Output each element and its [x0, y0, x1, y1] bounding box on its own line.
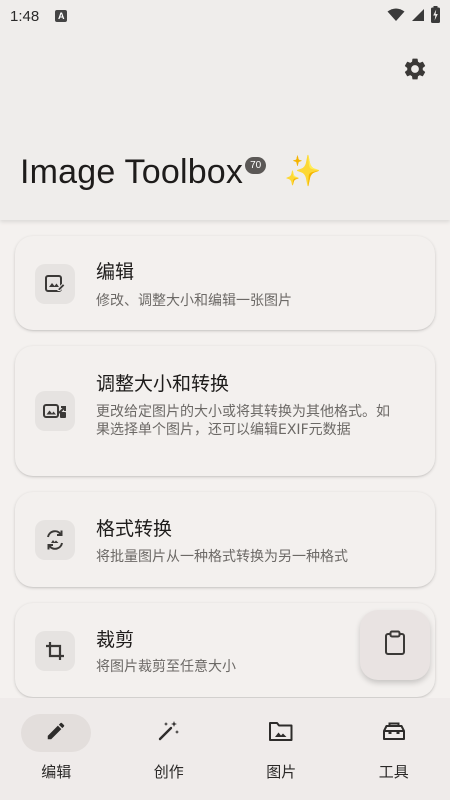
cellular-signal-icon	[411, 7, 425, 26]
paste-clipboard-button[interactable]	[360, 610, 430, 680]
status-bar: 1:48 A	[0, 0, 450, 32]
toolbox-icon	[381, 720, 407, 746]
gear-icon	[402, 56, 428, 86]
nav-icon-container	[246, 714, 316, 752]
magic-wand-icon	[157, 719, 181, 747]
nav-item-images[interactable]: 图片	[225, 698, 338, 800]
nav-item-create[interactable]: 创作	[113, 698, 226, 800]
tool-description: 将批量图片从一种格式转换为另一种格式	[96, 549, 348, 565]
sparkles-icon: ✨	[284, 154, 322, 189]
tool-title: 裁剪	[96, 629, 135, 651]
nav-label: 工具	[378, 763, 409, 781]
tool-title: 调整大小和转换	[96, 373, 230, 395]
nav-item-tools[interactable]: 工具	[338, 698, 450, 800]
nav-icon-container	[359, 714, 429, 752]
tool-title: 编辑	[96, 261, 135, 283]
pencil-icon	[45, 720, 67, 746]
clipboard-icon	[383, 630, 407, 660]
wifi-icon	[387, 7, 405, 26]
nav-label: 图片	[266, 763, 297, 781]
tool-title: 格式转换	[96, 518, 173, 540]
app-header: 1:48 A Image Toolbox 70 ✨	[0, 0, 450, 220]
nav-active-indicator	[21, 714, 92, 752]
app-title: Image Toolbox	[20, 153, 244, 191]
crop-icon	[35, 631, 75, 671]
status-icons	[387, 5, 440, 27]
battery-charging-icon	[431, 5, 440, 27]
edit-image-icon	[35, 264, 75, 304]
tool-card-resize-convert[interactable]: 调整大小和转换 更改给定图片的大小或将其转换为其他格式。如果选择单个图片，还可以…	[15, 346, 435, 476]
tool-description: 更改给定图片的大小或将其转换为其他格式。如果选择单个图片，还可以编辑EXIF元数…	[96, 404, 390, 438]
nav-label: 编辑	[41, 763, 72, 781]
version-badge: 70	[245, 157, 267, 174]
settings-button[interactable]	[398, 54, 432, 88]
bottom-navigation: 编辑 创作 图片 工具	[0, 698, 450, 800]
screen: 1:48 A Image Toolbox 70 ✨ 编辑 修改、调整大小和编辑一…	[0, 0, 450, 800]
convert-cycle-icon	[35, 520, 75, 560]
nav-item-edit[interactable]: 编辑	[0, 698, 113, 800]
app-title-row: Image Toolbox 70 ✨	[20, 150, 322, 194]
tool-description: 将图片裁剪至任意大小	[96, 659, 236, 675]
resize-images-icon	[35, 391, 75, 431]
nav-icon-container	[134, 714, 204, 752]
tool-description: 修改、调整大小和编辑一张图片	[96, 293, 292, 309]
notification-a-icon: A	[55, 10, 68, 22]
tool-card-edit[interactable]: 编辑 修改、调整大小和编辑一张图片	[15, 236, 435, 330]
nav-label: 创作	[153, 763, 184, 781]
image-folder-icon	[268, 720, 294, 746]
status-time: 1:48	[10, 7, 40, 25]
tool-card-format-convert[interactable]: 格式转换 将批量图片从一种格式转换为另一种格式	[15, 492, 435, 587]
